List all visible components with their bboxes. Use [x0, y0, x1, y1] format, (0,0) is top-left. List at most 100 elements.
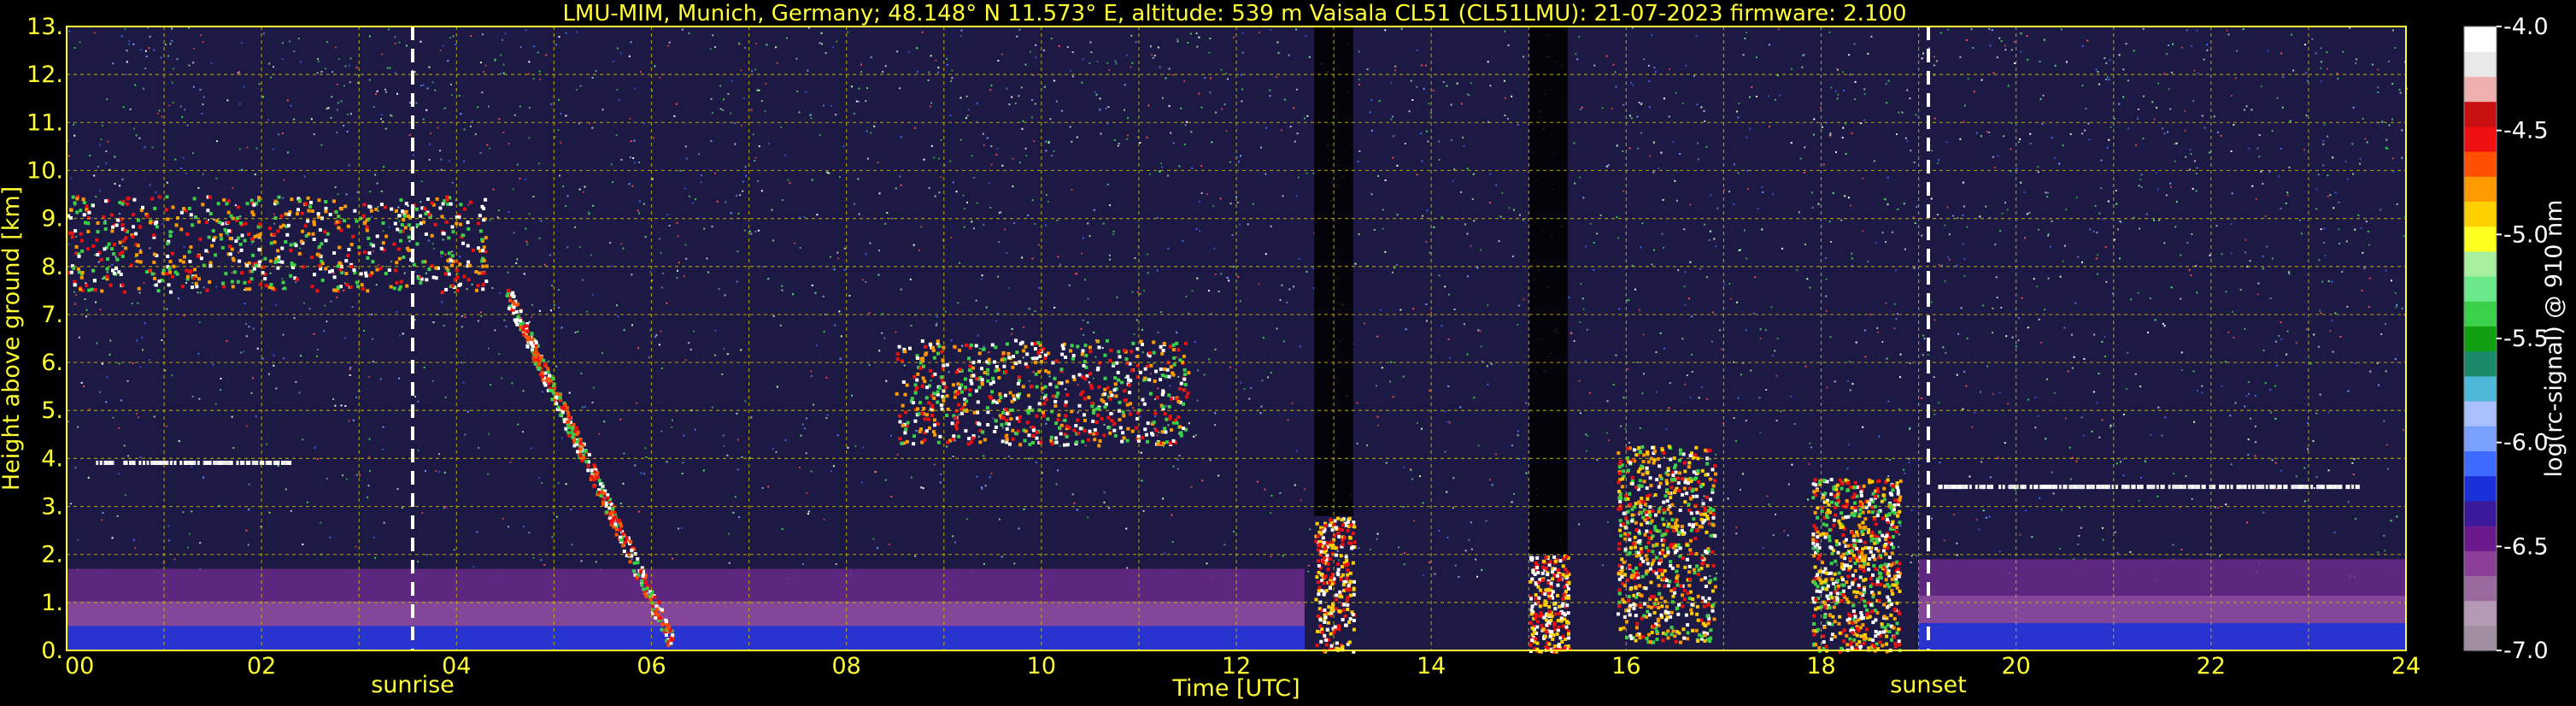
noise-speck — [412, 154, 414, 156]
noise-speck — [1218, 474, 1220, 477]
noise-speck — [74, 467, 77, 469]
noise-speck — [1101, 347, 1104, 350]
noise-speck — [1995, 276, 1998, 279]
noise-speck — [1704, 120, 1706, 122]
cirrus-cell — [249, 198, 254, 203]
noise-speck — [344, 405, 347, 407]
noise-speck — [2047, 233, 2050, 235]
noise-speck — [1683, 285, 1686, 288]
noise-speck — [1421, 427, 1423, 430]
noise-speck — [1709, 230, 1711, 232]
cloud-layer-cell — [248, 461, 251, 465]
noise-speck — [1612, 63, 1615, 66]
noise-speck — [683, 275, 685, 278]
noise-speck — [1376, 335, 1379, 338]
noise-speck — [1780, 410, 1782, 413]
noise-speck — [1480, 249, 1482, 251]
noise-speck — [997, 312, 999, 315]
noise-speck — [2292, 69, 2295, 72]
noise-speck — [2320, 312, 2322, 315]
noise-speck — [1923, 338, 1926, 340]
noise-speck — [1394, 69, 1396, 72]
noise-speck — [737, 212, 740, 215]
noise-speck — [1972, 47, 1975, 49]
cirrus-cell — [419, 214, 422, 218]
noise-speck — [1220, 68, 1223, 71]
noise-speck — [1425, 320, 1428, 322]
noise-speck — [996, 147, 999, 150]
noise-speck — [106, 376, 109, 379]
noise-speck — [1295, 195, 1298, 197]
noise-speck — [1933, 319, 1936, 321]
noise-speck — [2080, 416, 2083, 419]
noise-speck — [825, 376, 828, 379]
cirrus-cell — [451, 284, 455, 288]
noise-speck — [595, 561, 597, 563]
noise-speck — [96, 342, 98, 344]
noise-speck — [532, 196, 535, 197]
noise-speck — [2064, 417, 2067, 420]
cirrus-cell — [252, 203, 256, 207]
noise-speck — [2127, 351, 2129, 354]
cirrus-cell — [482, 271, 486, 275]
noise-speck — [250, 243, 253, 245]
cirrus-cell — [161, 268, 166, 273]
noise-speck — [337, 58, 340, 61]
cirrus-cell — [312, 238, 316, 241]
noise-speck — [1269, 89, 1271, 91]
noise-speck — [1160, 311, 1162, 314]
cirrus-cell — [254, 263, 258, 268]
cirrus-cell — [300, 211, 304, 215]
noise-speck — [1906, 140, 1909, 143]
cirrus-cell — [446, 202, 450, 206]
noise-speck — [631, 324, 633, 327]
noise-speck — [1390, 361, 1393, 363]
noise-speck — [2304, 44, 2307, 46]
noise-speck — [1262, 337, 1265, 339]
noise-speck — [730, 112, 732, 115]
noise-speck — [1986, 131, 1988, 133]
noise-speck — [2102, 218, 2104, 221]
noise-speck — [560, 437, 563, 439]
noise-speck — [80, 381, 83, 384]
noise-speck — [1643, 373, 1645, 375]
cirrus-cell — [120, 254, 125, 258]
noise-speck — [592, 204, 595, 207]
noise-speck — [377, 206, 379, 209]
noise-speck — [2402, 429, 2404, 432]
noise-speck — [1427, 140, 1429, 143]
noise-speck — [971, 221, 973, 223]
noise-speck — [1741, 473, 1744, 475]
noise-speck — [1658, 167, 1659, 169]
cirrus-cell — [422, 220, 425, 224]
noise-speck — [1051, 155, 1053, 157]
noise-speck — [822, 295, 824, 297]
noise-speck — [603, 421, 606, 423]
noise-speck — [1970, 28, 1973, 31]
noise-speck — [1157, 46, 1159, 49]
cirrus-cell — [145, 215, 150, 219]
cirrus-cell — [166, 254, 170, 258]
noise-speck — [2230, 463, 2233, 466]
noise-speck — [277, 464, 279, 467]
noise-speck — [1489, 202, 1491, 203]
noise-speck — [359, 474, 361, 477]
noise-speck — [1588, 391, 1591, 394]
noise-speck — [2115, 190, 2117, 191]
noise-speck — [1523, 298, 1525, 301]
noise-speck — [1627, 368, 1629, 370]
noise-speck — [869, 242, 871, 244]
noise-speck — [1751, 85, 1753, 88]
noise-speck — [329, 536, 332, 538]
noise-speck — [1811, 206, 1814, 209]
noise-speck — [1228, 279, 1230, 282]
noise-speck — [1127, 117, 1130, 120]
noise-speck — [349, 368, 351, 370]
noise-speck — [368, 35, 371, 38]
noise-speck — [1817, 203, 1820, 205]
noise-speck — [1126, 134, 1129, 137]
noise-speck — [1028, 380, 1030, 382]
noise-speck — [507, 271, 509, 274]
noise-speck — [731, 79, 733, 82]
noise-speck — [588, 213, 590, 215]
